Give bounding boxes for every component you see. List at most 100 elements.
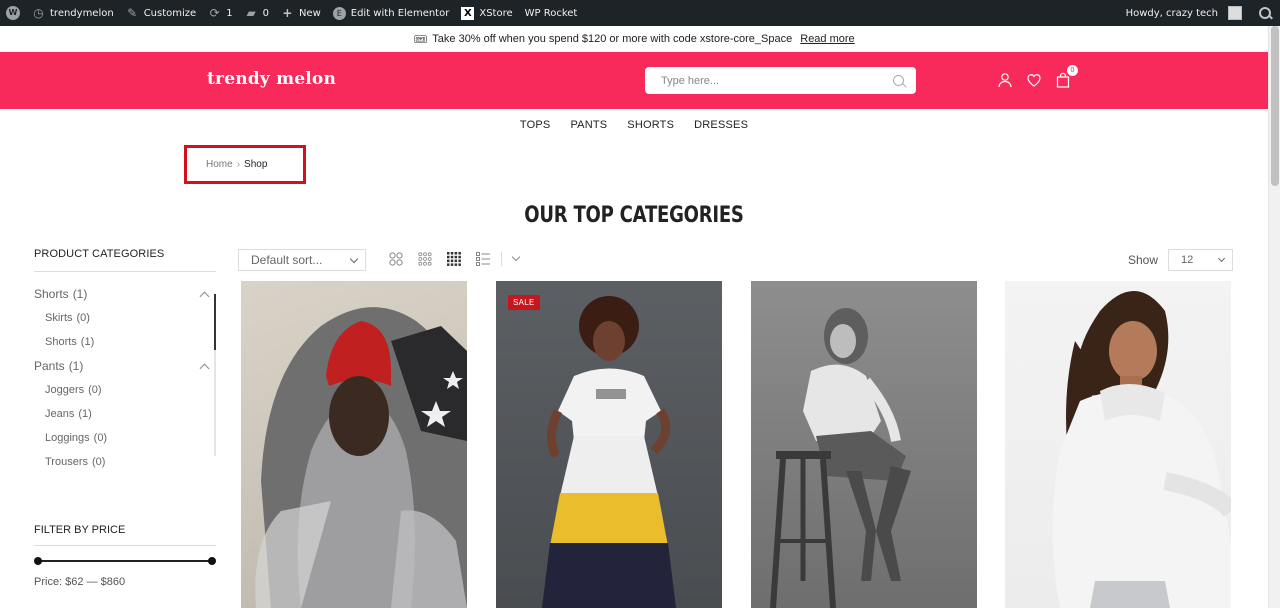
price-slider-track xyxy=(37,560,213,562)
comments-count: 0 xyxy=(262,7,269,19)
breadcrumb-current: Shop xyxy=(244,159,268,170)
category-label: Shorts xyxy=(34,287,69,301)
product-card[interactable] xyxy=(241,281,467,608)
view-divider xyxy=(501,252,502,266)
new-content-menu[interactable]: + New xyxy=(275,0,327,26)
product-image xyxy=(542,296,676,608)
breadcrumb-home[interactable]: Home xyxy=(206,159,233,170)
customize-link[interactable]: ✎ Customize xyxy=(120,0,203,26)
wp-rocket-menu[interactable]: WP Rocket xyxy=(519,0,584,26)
per-page-value: 12 xyxy=(1181,254,1194,266)
nav-shorts[interactable]: SHORTS xyxy=(627,119,674,131)
search-input[interactable] xyxy=(661,74,892,87)
grid-3-view-icon[interactable] xyxy=(418,252,432,266)
category-scrollbar[interactable] xyxy=(214,294,216,456)
wishlist-heart-icon[interactable] xyxy=(1026,72,1042,88)
nav-tops[interactable]: TOPS xyxy=(520,119,551,131)
price-max-handle[interactable] xyxy=(208,557,216,565)
show-per-page: Show 12 xyxy=(1128,249,1234,271)
xstore-label: XStore xyxy=(479,7,513,19)
nav-dresses[interactable]: DRESSES xyxy=(694,119,748,131)
category-count: (0) xyxy=(93,432,108,444)
elementor-icon: E xyxy=(332,6,346,20)
category-count: (0) xyxy=(88,384,102,396)
category-label: Joggers xyxy=(45,384,85,396)
category-count: (1) xyxy=(68,359,84,373)
comment-icon: ▰ xyxy=(246,5,256,20)
category-joggers[interactable]: Joggers (0) xyxy=(34,378,216,402)
price-min-handle[interactable] xyxy=(34,557,42,565)
grid-2-view-icon[interactable] xyxy=(389,252,403,266)
xstore-menu[interactable]: X XStore xyxy=(455,0,518,26)
search-box[interactable] xyxy=(645,67,916,94)
edit-elementor-link[interactable]: E Edit with Elementor xyxy=(327,0,456,26)
dashboard-icon: ◷ xyxy=(33,5,44,20)
filter-by-price-title: FILTER BY PRICE xyxy=(34,524,216,546)
category-trousers[interactable]: Trousers (0) xyxy=(34,450,216,474)
product-image xyxy=(770,308,911,608)
chevron-down-icon xyxy=(1217,254,1226,263)
category-list: Shorts (1) Skirts (0) Shorts (1) Pants (1) J… xyxy=(34,282,216,474)
chevron-down-icon[interactable] xyxy=(511,252,521,262)
edit-elementor-label: Edit with Elementor xyxy=(350,7,450,19)
site-logo[interactable]: trendy melon xyxy=(207,69,336,89)
sort-select[interactable]: Default sort... xyxy=(238,249,366,271)
page-title: OUR TOP CATEGORIES xyxy=(524,203,744,228)
chevron-up-icon[interactable] xyxy=(199,363,210,373)
page-scrollbar[interactable] xyxy=(1268,26,1280,608)
ticket-icon: 🎟 xyxy=(413,33,428,46)
updates-link[interactable]: ⟳ 1 xyxy=(202,0,238,26)
plus-icon: + xyxy=(282,5,293,20)
category-shorts-sub[interactable]: Shorts (1) xyxy=(34,330,216,354)
sort-value: Default sort... xyxy=(251,253,323,267)
breadcrumb-separator: › xyxy=(236,159,241,170)
breadcrumb: Home › Shop xyxy=(184,145,306,184)
chevron-down-icon xyxy=(349,254,359,263)
show-label: Show xyxy=(1128,253,1159,267)
category-skirts[interactable]: Skirts (0) xyxy=(34,306,216,330)
promo-text: Take 30% off when you spend $120 or more… xyxy=(432,33,793,45)
comments-link[interactable]: ▰ 0 xyxy=(239,0,275,26)
cart-bag-icon[interactable]: 0 xyxy=(1055,65,1078,88)
wp-logo-menu[interactable] xyxy=(0,0,26,26)
category-count: (0) xyxy=(92,456,106,468)
category-count: (1) xyxy=(78,408,92,420)
howdy-label: Howdy, crazy tech xyxy=(1125,7,1218,19)
per-page-select[interactable]: 12 xyxy=(1168,249,1234,271)
read-more-link[interactable]: Read more xyxy=(800,33,854,45)
category-count: (0) xyxy=(76,312,90,324)
account-icon[interactable] xyxy=(997,72,1013,88)
page-scrollbar-thumb[interactable] xyxy=(1271,26,1279,186)
category-label: Shorts xyxy=(45,336,77,348)
main-nav: TOPS PANTS SHORTS DRESSES xyxy=(0,119,1268,131)
customize-label: Customize xyxy=(143,7,197,19)
category-label: Trousers xyxy=(45,456,88,468)
category-pants[interactable]: Pants (1) xyxy=(34,354,216,378)
nav-pants[interactable]: PANTS xyxy=(570,119,607,131)
product-image xyxy=(1052,291,1231,608)
category-count: (1) xyxy=(72,287,88,301)
category-shorts[interactable]: Shorts (1) xyxy=(34,282,216,306)
price-range-slider[interactable] xyxy=(34,550,216,570)
wp-admin-bar: ◷trendymelon ✎Customize ⟳1 ▰0 +New EEdit… xyxy=(0,0,1280,26)
category-loggings[interactable]: Loggings (0) xyxy=(34,426,216,450)
search-icon[interactable] xyxy=(892,74,906,88)
paintbrush-icon: ✎ xyxy=(127,5,138,20)
site-name: trendymelon xyxy=(50,7,114,19)
list-view-icon[interactable] xyxy=(476,252,490,266)
product-card[interactable] xyxy=(751,281,977,608)
promo-bar: 🎟 Take 30% off when you spend $120 or mo… xyxy=(0,26,1268,52)
product-card[interactable] xyxy=(1005,281,1231,608)
product-card[interactable]: SALE xyxy=(496,281,722,608)
chevron-up-icon[interactable] xyxy=(199,291,210,301)
site-name-menu[interactable]: ◷ trendymelon xyxy=(26,0,120,26)
new-label: New xyxy=(298,7,321,19)
category-label: Loggings xyxy=(45,432,90,444)
my-account-menu[interactable]: Howdy, crazy tech xyxy=(1120,0,1248,26)
updates-count: 1 xyxy=(226,7,233,19)
wordpress-icon xyxy=(6,6,20,20)
price-range-text: Price: $62 — $860 xyxy=(34,576,126,588)
grid-4-view-icon[interactable] xyxy=(447,252,461,266)
search-icon[interactable] xyxy=(1258,6,1272,20)
category-jeans[interactable]: Jeans (1) xyxy=(34,402,216,426)
